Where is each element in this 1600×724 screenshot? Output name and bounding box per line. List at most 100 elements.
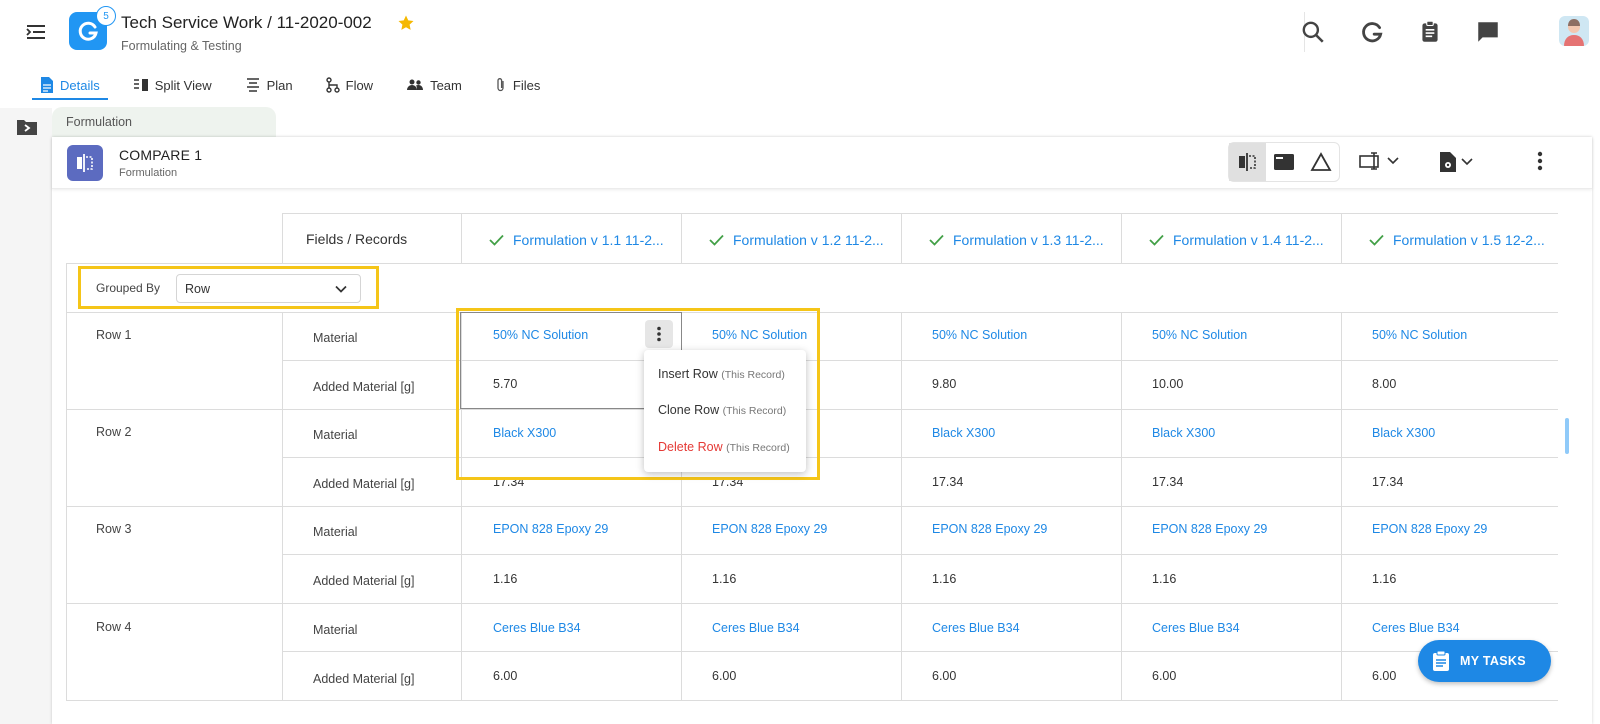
document-icon bbox=[41, 77, 53, 93]
material-cell[interactable]: 50% NC Solution bbox=[1152, 328, 1247, 342]
material-cell[interactable]: EPON 828 Epoxy 29 bbox=[712, 522, 827, 536]
file-settings-icon bbox=[1440, 152, 1456, 172]
amount-cell[interactable]: 17.34 bbox=[1372, 475, 1403, 489]
material-cell[interactable]: Black X300 bbox=[1152, 426, 1215, 440]
grid-line bbox=[1341, 312, 1342, 700]
amount-cell[interactable]: 8.00 bbox=[1372, 377, 1396, 391]
amount-cell[interactable]: 1.16 bbox=[493, 572, 517, 586]
material-cell[interactable]: EPON 828 Epoxy 29 bbox=[1152, 522, 1267, 536]
tab-files[interactable]: Files bbox=[487, 70, 548, 100]
column-header-record[interactable]: Formulation v 1.3 11-2... bbox=[929, 231, 1104, 249]
tab-details[interactable]: Details bbox=[32, 70, 108, 100]
folder-expand-icon[interactable] bbox=[16, 117, 38, 137]
amount-cell[interactable]: 6.00 bbox=[493, 669, 517, 683]
material-cell[interactable]: Ceres Blue B34 bbox=[493, 621, 581, 635]
chevron-down-icon bbox=[1461, 158, 1473, 166]
grid-line bbox=[282, 213, 283, 263]
amount-cell[interactable]: 10.00 bbox=[1152, 377, 1183, 391]
field-label: Material bbox=[313, 623, 358, 637]
grid-line bbox=[66, 603, 1558, 604]
material-cell[interactable]: 50% NC Solution bbox=[1372, 328, 1467, 342]
chat-icon[interactable] bbox=[1475, 19, 1501, 45]
grid-line bbox=[901, 213, 902, 263]
clipboard-icon[interactable] bbox=[1417, 19, 1443, 45]
row-label: Row 3 bbox=[96, 522, 132, 536]
amount-cell[interactable]: 1.16 bbox=[1152, 572, 1176, 586]
column-header-label: Formulation v 1.3 11-2... bbox=[953, 232, 1104, 248]
column-tool-icon bbox=[1359, 152, 1379, 170]
column-header-label: Formulation v 1.2 11-2... bbox=[733, 232, 884, 248]
amount-cell[interactable]: 6.00 bbox=[932, 669, 956, 683]
grid-line bbox=[66, 263, 1558, 264]
plan-icon bbox=[246, 78, 259, 92]
amount-cell[interactable]: 6.00 bbox=[1372, 669, 1396, 683]
compare-view-button[interactable] bbox=[1229, 143, 1266, 181]
column-options-dropdown[interactable] bbox=[1359, 151, 1399, 171]
more-options-icon[interactable] bbox=[1528, 149, 1552, 173]
clone-row-menu-item[interactable]: Clone Row (This Record) bbox=[658, 403, 786, 417]
my-tasks-button[interactable]: MY TASKS bbox=[1418, 640, 1551, 682]
material-cell[interactable]: Ceres Blue B34 bbox=[712, 621, 800, 635]
formulation-tab[interactable]: Formulation bbox=[52, 107, 276, 137]
amount-cell[interactable]: 1.16 bbox=[932, 572, 956, 586]
insert-row-menu-item[interactable]: Insert Row (This Record) bbox=[658, 367, 785, 381]
menu-toggle-icon[interactable] bbox=[24, 20, 48, 44]
material-cell[interactable]: Ceres Blue B34 bbox=[1372, 621, 1460, 635]
tab-flow[interactable]: Flow bbox=[318, 70, 381, 100]
grid-line bbox=[681, 213, 682, 263]
amount-cell[interactable]: 6.00 bbox=[1152, 669, 1176, 683]
star-icon[interactable] bbox=[397, 14, 415, 32]
menu-item-hint: (This Record) bbox=[722, 405, 787, 417]
menu-item-label: Clone Row bbox=[658, 403, 720, 417]
column-header-record[interactable]: Formulation v 1.1 11-2... bbox=[489, 231, 664, 249]
compare-icon bbox=[67, 145, 103, 181]
amount-cell[interactable]: 9.80 bbox=[932, 377, 956, 391]
material-cell[interactable]: EPON 828 Epoxy 29 bbox=[1372, 522, 1487, 536]
amount-cell[interactable]: 1.16 bbox=[1372, 572, 1396, 586]
delete-row-menu-item[interactable]: Delete Row (This Record) bbox=[658, 440, 790, 454]
scrollbar-handle[interactable] bbox=[1565, 418, 1569, 454]
amount-cell[interactable]: 17.34 bbox=[1152, 475, 1183, 489]
split-view-icon bbox=[133, 79, 148, 91]
column-header-record[interactable]: Formulation v 1.5 12-2... bbox=[1369, 231, 1545, 249]
team-icon bbox=[407, 79, 424, 90]
triangle-view-button[interactable] bbox=[1302, 143, 1339, 181]
material-cell[interactable]: Black X300 bbox=[1372, 426, 1435, 440]
column-header-record[interactable]: Formulation v 1.2 11-2... bbox=[709, 231, 884, 249]
menu-item-hint: (This Record) bbox=[726, 442, 790, 454]
check-icon bbox=[709, 234, 724, 246]
amount-cell[interactable]: 17.34 bbox=[932, 475, 963, 489]
view-mode-group bbox=[1228, 142, 1340, 182]
tab-label: Files bbox=[512, 77, 541, 93]
app-header: 5 Tech Service Work / 11-2020-002 Formul… bbox=[0, 0, 1600, 64]
amount-cell[interactable]: 6.00 bbox=[712, 669, 736, 683]
material-cell[interactable]: Black X300 bbox=[932, 426, 995, 440]
tab-label: Plan bbox=[266, 77, 293, 93]
material-cell[interactable]: 50% NC Solution bbox=[932, 328, 1027, 342]
field-label: Added Material [g] bbox=[313, 574, 415, 588]
tab-team[interactable]: Team bbox=[398, 70, 470, 100]
check-icon bbox=[1369, 234, 1384, 246]
clipboard-icon bbox=[1433, 650, 1449, 671]
material-cell[interactable]: Ceres Blue B34 bbox=[932, 621, 1020, 635]
grid-line bbox=[66, 263, 67, 700]
tab-label: Team bbox=[430, 77, 462, 93]
material-cell[interactable]: EPON 828 Epoxy 29 bbox=[493, 522, 608, 536]
search-icon[interactable] bbox=[1300, 19, 1326, 45]
field-label: Material bbox=[313, 525, 358, 539]
tab-plan[interactable]: Plan bbox=[237, 70, 301, 100]
export-options-dropdown[interactable] bbox=[1439, 151, 1473, 173]
avatar[interactable] bbox=[1559, 16, 1589, 46]
tab-split-view[interactable]: Split View bbox=[125, 70, 220, 100]
chevron-down-icon bbox=[1387, 157, 1399, 165]
notification-badge: 5 bbox=[96, 6, 116, 26]
activity-icon[interactable] bbox=[1359, 19, 1385, 45]
card-view-button[interactable] bbox=[1266, 143, 1303, 181]
row-label: Row 1 bbox=[96, 328, 132, 342]
column-header-label: Formulation v 1.5 12-2... bbox=[1393, 232, 1545, 248]
amount-cell[interactable]: 1.16 bbox=[712, 572, 736, 586]
column-header-record[interactable]: Formulation v 1.4 11-2... bbox=[1149, 231, 1324, 249]
compare-view-icon bbox=[1239, 153, 1257, 171]
material-cell[interactable]: EPON 828 Epoxy 29 bbox=[932, 522, 1047, 536]
material-cell[interactable]: Ceres Blue B34 bbox=[1152, 621, 1240, 635]
